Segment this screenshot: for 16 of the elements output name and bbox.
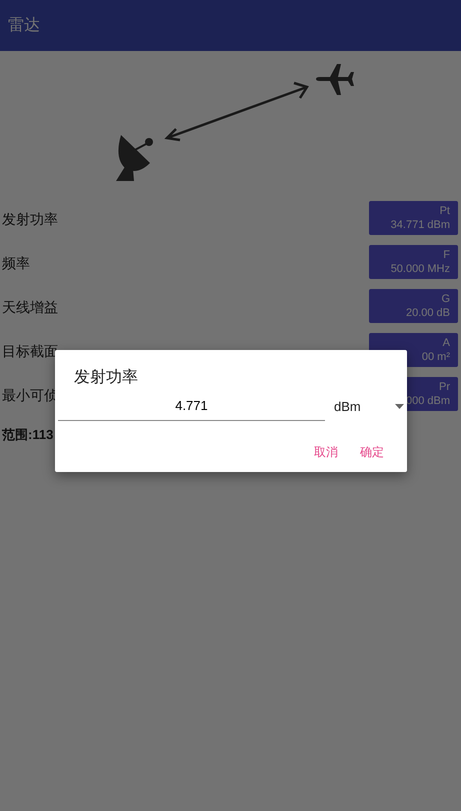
parameter-label: 频率 bbox=[1, 254, 30, 273]
parameter-label: 发射功率 bbox=[1, 210, 58, 229]
input-field[interactable]: 4.771 bbox=[58, 392, 325, 420]
range-result: 范围:113 bbox=[1, 426, 54, 444]
airplane-icon bbox=[316, 64, 354, 95]
satellite-dish-icon bbox=[116, 135, 153, 181]
confirm-button[interactable]: 确定 bbox=[360, 442, 384, 460]
unit-text: dBm bbox=[334, 398, 361, 416]
app-title: 雷达 bbox=[8, 16, 40, 36]
caret-icon bbox=[395, 404, 404, 409]
parameter-button[interactable]: G 20.00 dB bbox=[369, 289, 458, 323]
parameter-label: 天线增益 bbox=[1, 298, 58, 317]
parameter-button[interactable]: Pt 34.771 dBm bbox=[369, 201, 458, 235]
parameter-button[interactable]: F 50.000 MHz bbox=[369, 245, 458, 279]
cancel-button[interactable]: 取消 bbox=[314, 442, 338, 460]
dialog-title: 发射功率 bbox=[73, 368, 139, 388]
